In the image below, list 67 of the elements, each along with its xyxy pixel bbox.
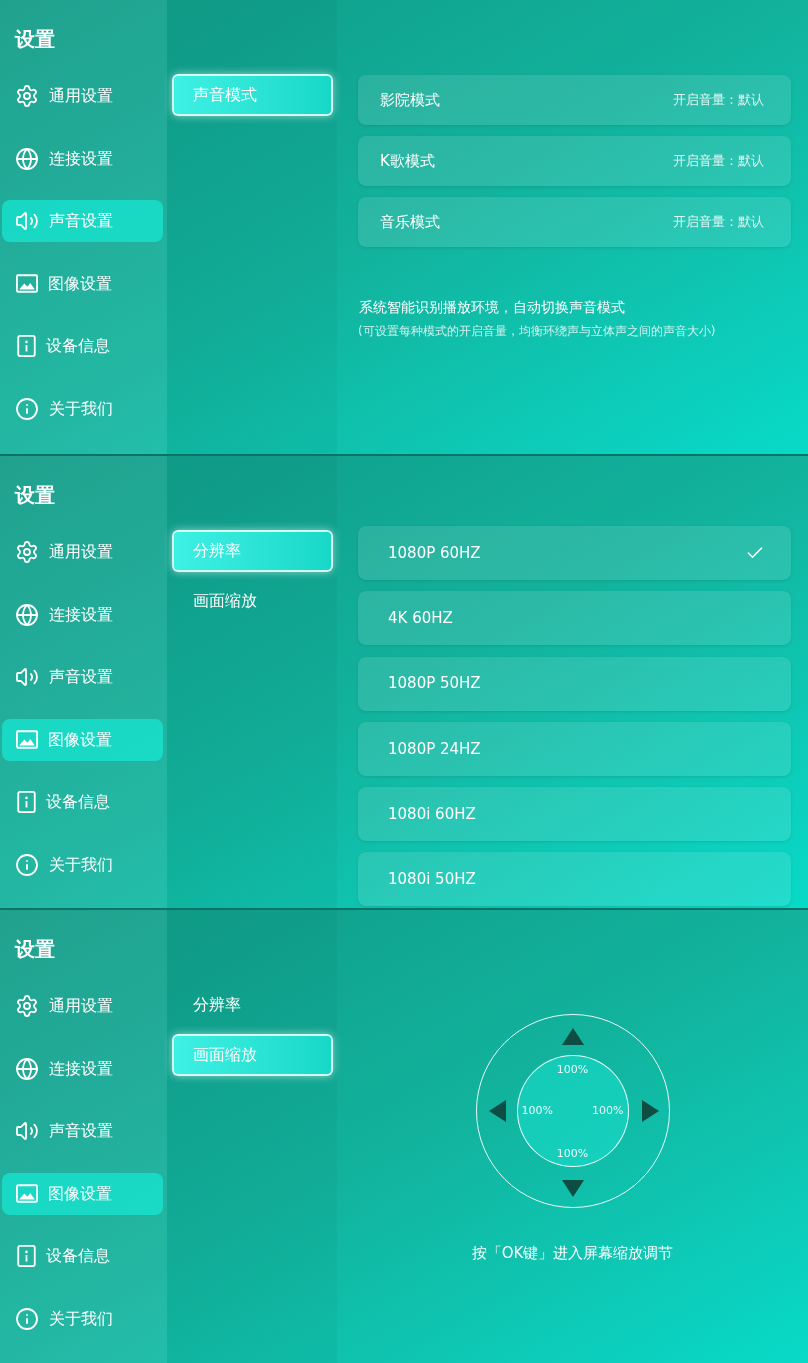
sound-mode-row[interactable]: 音乐模式 开启音量：默认 [358, 197, 791, 247]
sidebar-item[interactable]: 连接设置 [2, 593, 163, 636]
sidebar-item[interactable]: 关于我们 [2, 1297, 163, 1340]
left-zoom-value: 100% [521, 1104, 553, 1118]
page-title: 设置 [15, 936, 56, 963]
submenu-item[interactable]: 分辨率 [172, 984, 333, 1026]
mode-label: K歌模式 [380, 150, 435, 172]
top-zoom-value: 100% [556, 1063, 589, 1077]
sidebar-item[interactable]: 声音设置 [2, 1110, 163, 1153]
info-circle-icon [15, 396, 39, 421]
picture-icon [16, 730, 38, 750]
info-square-icon [17, 791, 36, 814]
left-triangle-icon [488, 1100, 506, 1122]
volume-setting: 开启音量：默认 [673, 213, 764, 232]
resolution-option[interactable]: 4K 60HZ [358, 591, 791, 646]
settings-icon [15, 994, 39, 1018]
sidebar-item[interactable]: 通用设置 [2, 531, 163, 573]
info-circle-icon [15, 1306, 39, 1331]
resolution-option[interactable]: 1080i 50HZ [358, 852, 791, 907]
submenu-item[interactable]: 画面缩放 [172, 1034, 333, 1076]
submenu-item[interactable]: 画面缩放 [172, 580, 333, 622]
sidebar-item[interactable]: 关于我们 [2, 843, 163, 886]
globe-icon [15, 146, 39, 171]
bottom-zoom-value: 100% [556, 1147, 589, 1161]
sound-mode-row[interactable]: K歌模式 开启音量：默认 [358, 136, 791, 186]
sidebar-item[interactable]: 通用设置 [2, 985, 163, 1027]
sidebar-item[interactable]: 设备信息 [2, 781, 163, 824]
sidebar-item[interactable]: 图像设置 [2, 262, 163, 305]
volume-setting: 开启音量：默认 [673, 91, 764, 110]
resolution-option[interactable]: 1080i 60HZ [358, 787, 791, 842]
submenu-item[interactable]: 分辨率 [172, 530, 333, 572]
resolution-option[interactable]: 1080P 24HZ [358, 721, 791, 776]
resolution-option[interactable]: 1080P 60HZ [358, 526, 791, 580]
sidebar-item[interactable]: 设备信息 [2, 325, 163, 368]
sidebar-item[interactable]: 图像设置 [2, 718, 163, 761]
sidebar-item[interactable]: 通用设置 [2, 75, 163, 117]
note-text: (可设置每种模式的开启音量，均衡环绕声与立体声之间的声音大小) [358, 323, 717, 340]
zoom-hint-text: 按「OK键」进入屏幕缩放调节 [471, 1243, 674, 1264]
right-triangle-icon [641, 1100, 659, 1122]
sidebar-item[interactable]: 设备信息 [2, 1235, 163, 1278]
up-triangle-icon [561, 1028, 584, 1045]
globe-icon [15, 602, 39, 627]
volume-setting: 开启音量：默认 [673, 152, 764, 171]
resolution-option[interactable]: 1080P 50HZ [358, 656, 791, 711]
info-circle-icon [15, 852, 39, 877]
sidebar-item[interactable]: 图像设置 [2, 1172, 163, 1215]
right-zoom-value: 100% [592, 1104, 624, 1118]
picture-icon [16, 274, 38, 294]
info-square-icon [17, 1245, 36, 1268]
mode-label: 影院模式 [380, 89, 440, 111]
sidebar-item[interactable]: 连接设置 [2, 1047, 163, 1090]
mode-label: 音乐模式 [380, 211, 440, 233]
settings-icon [15, 540, 39, 564]
sidebar-item[interactable]: 关于我们 [2, 387, 163, 430]
globe-icon [15, 1056, 39, 1081]
submenu-item[interactable]: 声音模式 [172, 74, 333, 116]
down-triangle-icon [561, 1180, 584, 1197]
settings-icon [15, 84, 39, 108]
picture-icon [16, 1184, 38, 1204]
sidebar-item[interactable]: 声音设置 [2, 656, 163, 699]
sound-mode-row[interactable]: 影院模式 开启音量：默认 [358, 75, 791, 125]
description-text: 系统智能识别播放环境，自动切换声音模式 [359, 298, 626, 317]
page-title: 设置 [15, 482, 56, 509]
page-title: 设置 [15, 26, 56, 53]
sidebar-item[interactable]: 连接设置 [2, 137, 163, 180]
info-square-icon [17, 335, 36, 358]
sidebar-item[interactable]: 声音设置 [2, 200, 163, 243]
